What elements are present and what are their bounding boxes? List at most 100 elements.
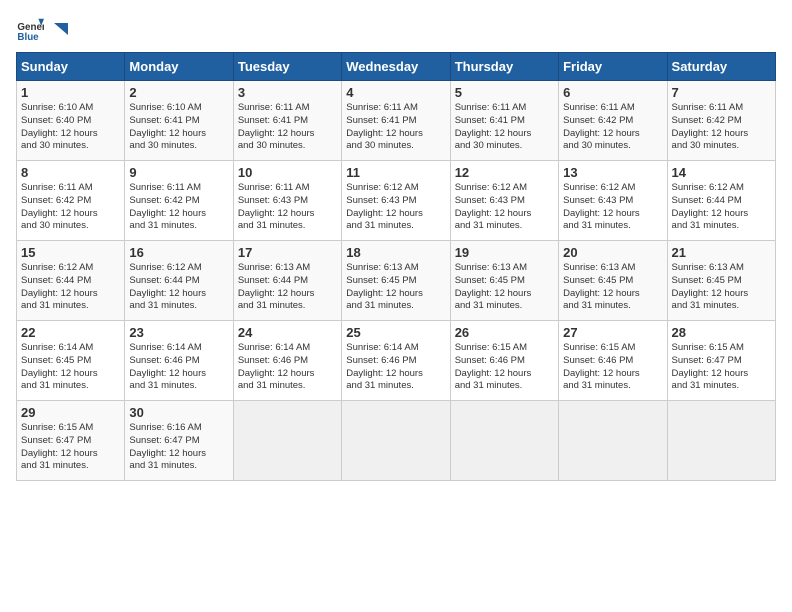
calendar-week-row: 15 Sunrise: 6:12 AMSunset: 6:44 PMDayligh… [17,241,776,321]
calendar-day-cell: 22 Sunrise: 6:14 AMSunset: 6:45 PMDayligh… [17,321,125,401]
calendar-day-cell: 16 Sunrise: 6:12 AMSunset: 6:44 PMDayligh… [125,241,233,321]
day-number: 14 [672,165,771,180]
calendar-day-cell: 12Sunrise: 6:12 AMSunset: 6:43 PMDayligh… [450,161,558,241]
calendar-week-row: 8 Sunrise: 6:11 AMSunset: 6:42 PMDaylight… [17,161,776,241]
calendar-day-cell: 30 Sunrise: 6:16 AMSunset: 6:47 PMDayligh… [125,401,233,481]
calendar-day-cell: 14 Sunrise: 6:12 AMSunset: 6:44 PMDayligh… [667,161,775,241]
day-number: 25 [346,325,445,340]
logo-icon: General Blue [16,16,44,44]
page-header: General Blue [16,16,776,44]
day-info: Sunrise: 6:11 AMSunset: 6:41 PMDaylight:… [238,102,337,153]
weekday-header-friday: Friday [559,53,667,81]
day-info: Sunrise: 6:15 AMSunset: 6:47 PMDaylight:… [672,342,771,393]
calendar-day-cell: 29 Sunrise: 6:15 AMSunset: 6:47 PMDayligh… [17,401,125,481]
weekday-header-thursday: Thursday [450,53,558,81]
day-info: Sunrise: 6:15 AMSunset: 6:46 PMDaylight:… [455,342,554,393]
day-info: Sunrise: 6:11 AMSunset: 6:42 PMDaylight:… [21,182,120,233]
weekday-header-sunday: Sunday [17,53,125,81]
day-number: 10 [238,165,337,180]
day-number: 3 [238,85,337,100]
logo: General Blue [16,16,68,44]
calendar-week-row: 22 Sunrise: 6:14 AMSunset: 6:45 PMDayligh… [17,321,776,401]
day-number: 30 [129,405,228,420]
day-info: Sunrise: 6:12 AMSunset: 6:44 PMDaylight:… [21,262,120,313]
day-number: 29 [21,405,120,420]
day-info: Sunrise: 6:12 AMSunset: 6:44 PMDaylight:… [672,182,771,233]
calendar-day-cell: 15 Sunrise: 6:12 AMSunset: 6:44 PMDayligh… [17,241,125,321]
calendar-day-cell: 20 Sunrise: 6:13 AMSunset: 6:45 PMDayligh… [559,241,667,321]
day-info: Sunrise: 6:11 AMSunset: 6:42 PMDaylight:… [672,102,771,153]
day-number: 20 [563,245,662,260]
calendar-day-cell: 6 Sunrise: 6:11 AMSunset: 6:42 PMDaylight… [559,81,667,161]
day-info: Sunrise: 6:10 AMSunset: 6:41 PMDaylight:… [129,102,228,153]
day-info: Sunrise: 6:12 AMSunset: 6:44 PMDaylight:… [129,262,228,313]
weekday-header-saturday: Saturday [667,53,775,81]
weekday-header-tuesday: Tuesday [233,53,341,81]
day-info: Sunrise: 6:15 AMSunset: 6:46 PMDaylight:… [563,342,662,393]
calendar-day-cell [450,401,558,481]
day-info: Sunrise: 6:12 AMSunset: 6:43 PMDaylight:… [563,182,662,233]
day-info: Sunrise: 6:14 AMSunset: 6:45 PMDaylight:… [21,342,120,393]
calendar-table: SundayMondayTuesdayWednesdayThursdayFrid… [16,52,776,481]
calendar-day-cell: 24 Sunrise: 6:14 AMSunset: 6:46 PMDayligh… [233,321,341,401]
calendar-day-cell: 13Sunrise: 6:12 AMSunset: 6:43 PMDayligh… [559,161,667,241]
calendar-day-cell: 1 Sunrise: 6:10 AMSunset: 6:40 PMDaylight… [17,81,125,161]
calendar-day-cell: 11 Sunrise: 6:12 AMSunset: 6:43 PMDayligh… [342,161,450,241]
day-number: 11 [346,165,445,180]
day-number: 19 [455,245,554,260]
day-info: Sunrise: 6:14 AMSunset: 6:46 PMDaylight:… [238,342,337,393]
day-number: 6 [563,85,662,100]
day-info: Sunrise: 6:11 AMSunset: 6:43 PMDaylight:… [238,182,337,233]
day-info: Sunrise: 6:10 AMSunset: 6:40 PMDaylight:… [21,102,120,153]
day-info: Sunrise: 6:16 AMSunset: 6:47 PMDaylight:… [129,422,228,473]
day-number: 4 [346,85,445,100]
day-number: 1 [21,85,120,100]
day-info: Sunrise: 6:13 AMSunset: 6:45 PMDaylight:… [346,262,445,313]
calendar-day-cell: 17Sunrise: 6:13 AMSunset: 6:44 PMDayligh… [233,241,341,321]
calendar-day-cell: 9 Sunrise: 6:11 AMSunset: 6:42 PMDaylight… [125,161,233,241]
calendar-header-row: SundayMondayTuesdayWednesdayThursdayFrid… [17,53,776,81]
day-number: 5 [455,85,554,100]
day-info: Sunrise: 6:13 AMSunset: 6:45 PMDaylight:… [455,262,554,313]
day-number: 16 [129,245,228,260]
calendar-day-cell: 21Sunrise: 6:13 AMSunset: 6:45 PMDayligh… [667,241,775,321]
day-number: 28 [672,325,771,340]
calendar-day-cell: 25Sunrise: 6:14 AMSunset: 6:46 PMDayligh… [342,321,450,401]
day-number: 15 [21,245,120,260]
calendar-day-cell [233,401,341,481]
day-number: 18 [346,245,445,260]
day-number: 8 [21,165,120,180]
day-number: 2 [129,85,228,100]
day-info: Sunrise: 6:11 AMSunset: 6:41 PMDaylight:… [455,102,554,153]
svg-text:Blue: Blue [17,32,39,43]
calendar-day-cell: 4Sunrise: 6:11 AMSunset: 6:41 PMDaylight… [342,81,450,161]
day-number: 9 [129,165,228,180]
calendar-day-cell [667,401,775,481]
day-info: Sunrise: 6:11 AMSunset: 6:42 PMDaylight:… [563,102,662,153]
calendar-day-cell: 19 Sunrise: 6:13 AMSunset: 6:45 PMDayligh… [450,241,558,321]
calendar-day-cell: 2 Sunrise: 6:10 AMSunset: 6:41 PMDaylight… [125,81,233,161]
day-number: 7 [672,85,771,100]
day-number: 24 [238,325,337,340]
calendar-week-row: 1 Sunrise: 6:10 AMSunset: 6:40 PMDaylight… [17,81,776,161]
logo-triangle-icon [50,21,68,39]
weekday-header-wednesday: Wednesday [342,53,450,81]
calendar-day-cell: 23 Sunrise: 6:14 AMSunset: 6:46 PMDayligh… [125,321,233,401]
day-info: Sunrise: 6:13 AMSunset: 6:45 PMDaylight:… [563,262,662,313]
day-info: Sunrise: 6:12 AMSunset: 6:43 PMDaylight:… [346,182,445,233]
day-number: 23 [129,325,228,340]
calendar-week-row: 29 Sunrise: 6:15 AMSunset: 6:47 PMDayligh… [17,401,776,481]
calendar-day-cell: 18 Sunrise: 6:13 AMSunset: 6:45 PMDayligh… [342,241,450,321]
calendar-day-cell: 3 Sunrise: 6:11 AMSunset: 6:41 PMDaylight… [233,81,341,161]
day-info: Sunrise: 6:11 AMSunset: 6:42 PMDaylight:… [129,182,228,233]
day-info: Sunrise: 6:15 AMSunset: 6:47 PMDaylight:… [21,422,120,473]
calendar-day-cell: 8 Sunrise: 6:11 AMSunset: 6:42 PMDaylight… [17,161,125,241]
day-info: Sunrise: 6:14 AMSunset: 6:46 PMDaylight:… [129,342,228,393]
calendar-day-cell: 28 Sunrise: 6:15 AMSunset: 6:47 PMDayligh… [667,321,775,401]
day-number: 22 [21,325,120,340]
day-number: 21 [672,245,771,260]
calendar-day-cell: 27 Sunrise: 6:15 AMSunset: 6:46 PMDayligh… [559,321,667,401]
calendar-day-cell: 26 Sunrise: 6:15 AMSunset: 6:46 PMDayligh… [450,321,558,401]
day-number: 26 [455,325,554,340]
day-number: 27 [563,325,662,340]
